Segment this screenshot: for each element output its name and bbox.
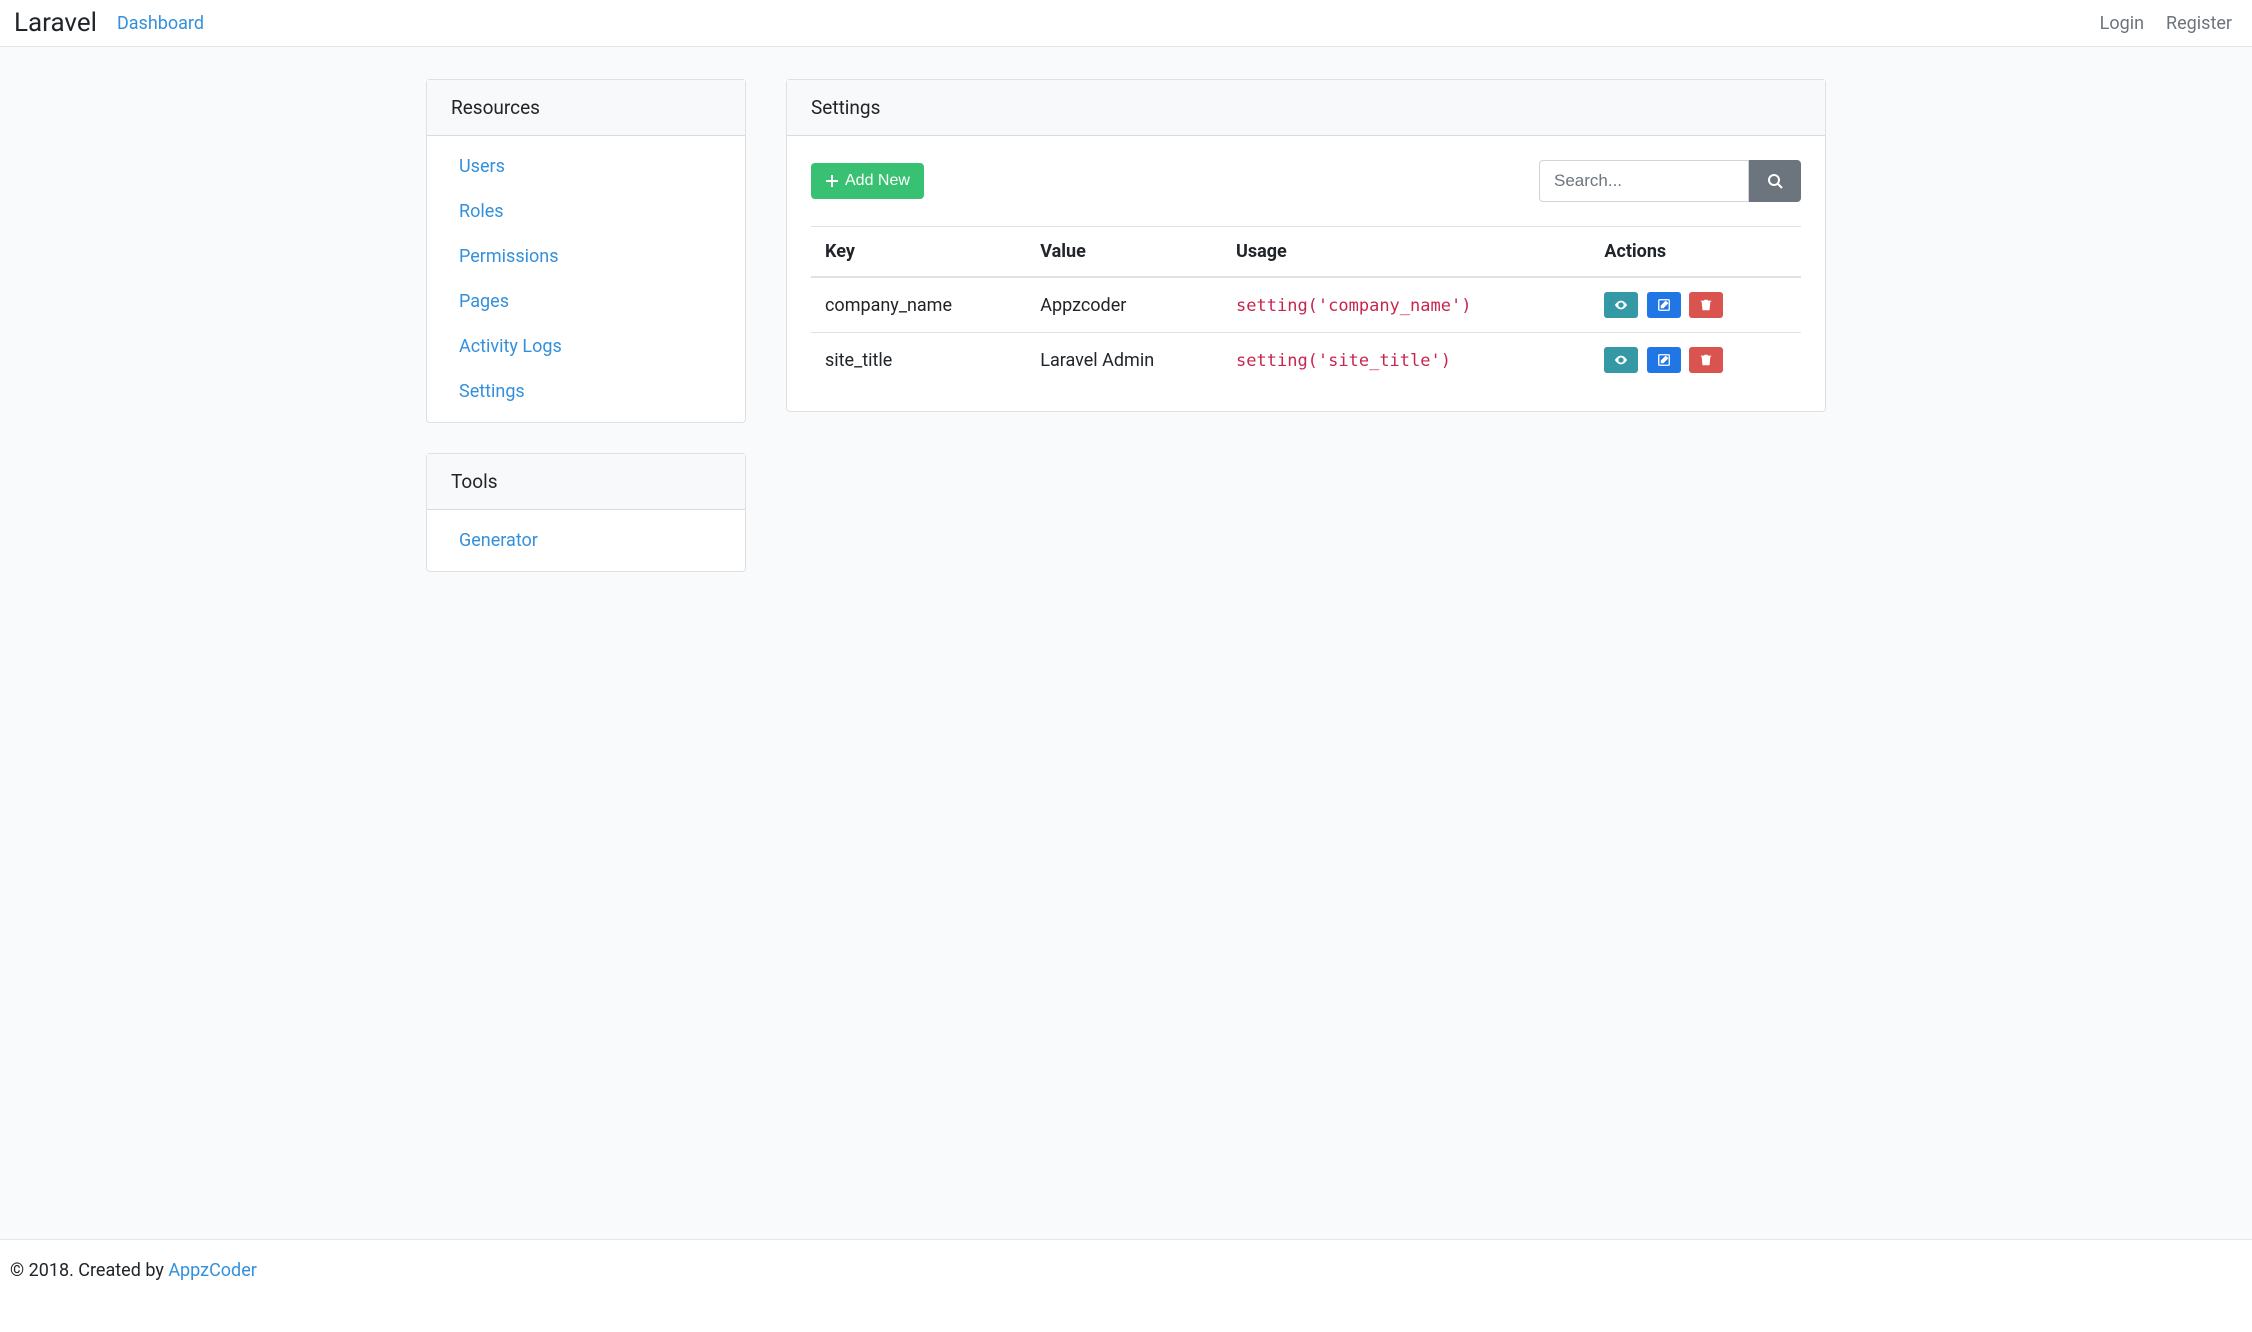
settings-card-header: Settings xyxy=(787,80,1825,136)
eye-icon xyxy=(1614,353,1628,367)
usage-code: setting('company_name') xyxy=(1236,296,1471,316)
nav-register-link[interactable]: Register xyxy=(2166,13,2232,34)
main-content: Settings Add New xyxy=(786,79,1826,602)
brand-link[interactable]: Laravel xyxy=(14,8,97,38)
sidebar-item-roles[interactable]: Roles xyxy=(427,189,745,234)
sidebar-link[interactable]: Activity Logs xyxy=(459,336,562,357)
cell-key: company_name xyxy=(811,277,1028,333)
sidebar: Resources Users Roles Permissions Pages … xyxy=(426,79,746,602)
cell-value: Laravel Admin xyxy=(1028,333,1224,388)
cell-value: Appzcoder xyxy=(1028,277,1224,333)
sidebar-link[interactable]: Permissions xyxy=(459,246,559,267)
cell-actions xyxy=(1592,277,1801,333)
sidebar-resources-header: Resources xyxy=(427,80,745,136)
page-container: Resources Users Roles Permissions Pages … xyxy=(426,79,1826,602)
delete-button[interactable] xyxy=(1689,347,1723,373)
sidebar-tools-card: Tools Generator xyxy=(426,453,746,572)
table-header-row: Key Value Usage Actions xyxy=(811,227,1801,278)
edit-icon xyxy=(1657,353,1671,367)
sidebar-resources-list: Users Roles Permissions Pages Activity L… xyxy=(427,136,745,422)
edit-button[interactable] xyxy=(1647,292,1681,318)
sidebar-item-generator[interactable]: Generator xyxy=(427,518,745,563)
settings-card-body: Add New xyxy=(787,136,1825,411)
search-group xyxy=(1539,160,1801,202)
footer: © 2018. Created by AppzCoder xyxy=(0,1239,2252,1301)
table-head: Key Value Usage Actions xyxy=(811,227,1801,278)
sidebar-resources-card: Resources Users Roles Permissions Pages … xyxy=(426,79,746,423)
sidebar-item-permissions[interactable]: Permissions xyxy=(427,234,745,279)
sidebar-item-pages[interactable]: Pages xyxy=(427,279,745,324)
table-row: site_title Laravel Admin setting('site_t… xyxy=(811,333,1801,388)
cell-actions xyxy=(1592,333,1801,388)
settings-card: Settings Add New xyxy=(786,79,1826,412)
col-usage: Usage xyxy=(1224,227,1592,278)
plus-icon xyxy=(825,174,839,188)
search-input[interactable] xyxy=(1539,160,1749,202)
add-new-label: Add New xyxy=(845,173,910,189)
sidebar-item-users[interactable]: Users xyxy=(427,144,745,189)
sidebar-tools-list: Generator xyxy=(427,510,745,571)
eye-icon xyxy=(1614,298,1628,312)
footer-text: © 2018. Created by xyxy=(10,1260,168,1281)
settings-table: Key Value Usage Actions company_name App… xyxy=(811,226,1801,387)
footer-link[interactable]: AppzCoder xyxy=(168,1260,257,1281)
sidebar-link[interactable]: Pages xyxy=(459,291,509,312)
usage-code: setting('site_title') xyxy=(1236,351,1451,371)
sidebar-link[interactable]: Generator xyxy=(459,530,538,551)
sidebar-item-activity-logs[interactable]: Activity Logs xyxy=(427,324,745,369)
search-icon xyxy=(1767,173,1783,189)
table-body: company_name Appzcoder setting('company_… xyxy=(811,277,1801,387)
col-key: Key xyxy=(811,227,1028,278)
sidebar-tools-header: Tools xyxy=(427,454,745,510)
delete-button[interactable] xyxy=(1689,292,1723,318)
navbar-left: Laravel Dashboard xyxy=(14,8,204,38)
navbar: Laravel Dashboard Login Register xyxy=(0,0,2252,47)
sidebar-link[interactable]: Roles xyxy=(459,201,504,222)
sidebar-item-settings[interactable]: Settings xyxy=(427,369,745,414)
search-button[interactable] xyxy=(1749,160,1801,202)
trash-icon xyxy=(1699,298,1713,312)
add-new-button[interactable]: Add New xyxy=(811,163,924,199)
nav-dashboard-link[interactable]: Dashboard xyxy=(117,13,204,34)
edit-icon xyxy=(1657,298,1671,312)
cell-usage: setting('company_name') xyxy=(1224,277,1592,333)
nav-login-link[interactable]: Login xyxy=(2100,13,2144,34)
table-row: company_name Appzcoder setting('company_… xyxy=(811,277,1801,333)
navbar-right: Login Register xyxy=(2100,13,2238,34)
view-button[interactable] xyxy=(1604,292,1638,318)
toolbar: Add New xyxy=(811,160,1801,202)
view-button[interactable] xyxy=(1604,347,1638,373)
sidebar-link[interactable]: Settings xyxy=(459,381,525,402)
col-actions: Actions xyxy=(1592,227,1801,278)
page-body: Resources Users Roles Permissions Pages … xyxy=(0,47,2252,1239)
trash-icon xyxy=(1699,353,1713,367)
cell-usage: setting('site_title') xyxy=(1224,333,1592,388)
col-value: Value xyxy=(1028,227,1224,278)
edit-button[interactable] xyxy=(1647,347,1681,373)
cell-key: site_title xyxy=(811,333,1028,388)
sidebar-link[interactable]: Users xyxy=(459,156,505,177)
